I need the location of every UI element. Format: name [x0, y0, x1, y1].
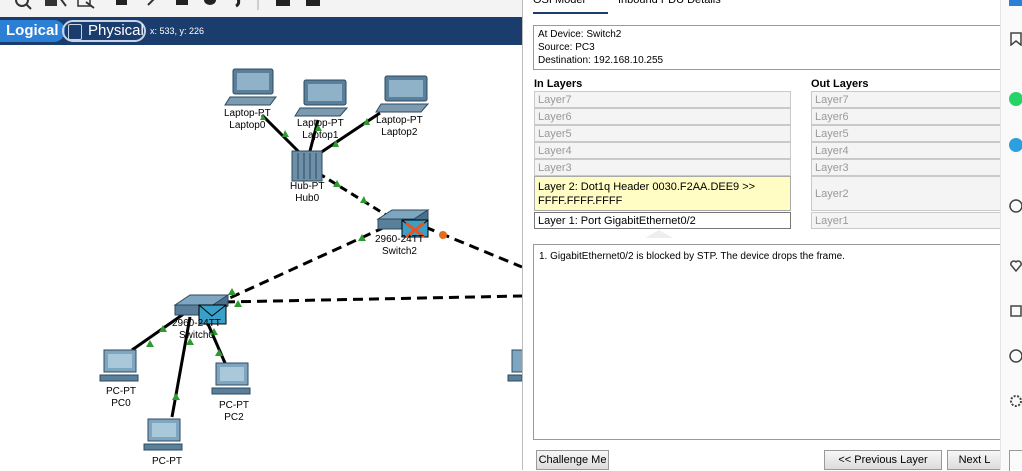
in-layer-1[interactable]: Layer 1: Port GigabitEthernet0/2: [534, 212, 791, 229]
out-layer-7[interactable]: Layer7: [811, 91, 1011, 108]
top-toolbar: [0, 0, 522, 17]
link-up-indicator: [282, 130, 289, 137]
sidebar-bottom-button[interactable]: [1009, 450, 1022, 471]
source-text: Source: PC3: [538, 42, 595, 53]
out-layer-6[interactable]: Layer6: [811, 108, 1011, 125]
link-switch2-switch0[interactable]: [209, 225, 386, 309]
laptop1-icon[interactable]: [294, 79, 349, 117]
pc1-label: PC-PT: [152, 456, 182, 467]
out-layer-2[interactable]: Layer2: [811, 176, 1011, 211]
laptop2-icon[interactable]: [375, 75, 430, 113]
browser-sidebar: [1000, 0, 1022, 471]
laptop0-icon[interactable]: [224, 68, 277, 106]
link-up-indicator: [360, 196, 367, 203]
add-complex-pdu-icon[interactable]: [306, 0, 320, 6]
previous-layer-button[interactable]: << Previous Layer: [824, 450, 942, 470]
resize-icon[interactable]: [77, 0, 95, 9]
logical-workspace[interactable]: Laptop-PT Laptop0 Laptop-PT Laptop1 Laptop…: [0, 45, 522, 470]
delete-icon[interactable]: [45, 0, 67, 7]
physical-tab[interactable]: Physical: [62, 20, 146, 42]
rectangle-icon[interactable]: [176, 0, 188, 5]
pc3-icon-partial[interactable]: [507, 349, 522, 382]
add-pdu-icon[interactable]: [276, 0, 290, 6]
switch0-label: 2960-24TT Switch0: [172, 318, 221, 341]
in-layers-heading: In Layers: [534, 78, 583, 90]
in-layer-3[interactable]: Layer3: [534, 159, 791, 176]
link-blocked-indicator: [439, 231, 447, 239]
telegram-icon[interactable]: [1009, 138, 1022, 152]
tab-inbound-pdu-details[interactable]: Inbound PDU Details: [618, 0, 758, 12]
blue-tab-icon[interactable]: [1009, 0, 1022, 6]
link-up-indicator: [228, 288, 236, 295]
link-up-indicators: [146, 114, 370, 400]
hub0-label: Hub-PT Hub0: [290, 181, 325, 204]
toolbar-icons: [15, 0, 320, 10]
in-layer-7[interactable]: Layer7: [534, 91, 791, 108]
collections-icon[interactable]: [1009, 304, 1022, 318]
in-layer-5[interactable]: Layer5: [534, 125, 791, 142]
logical-tab[interactable]: Logical: [0, 20, 65, 42]
pc1-icon[interactable]: [143, 418, 183, 451]
link-switch0-right[interactable]: [224, 294, 522, 304]
out-layer-5[interactable]: Layer5: [811, 125, 1011, 142]
link-up-indicator: [234, 300, 242, 307]
in-layer-2[interactable]: Layer 2: Dot1q Header 0030.F2AA.DEE9 >> …: [534, 176, 791, 211]
link-hub-switch2[interactable]: [317, 171, 387, 217]
settings-icon[interactable]: [1009, 394, 1022, 408]
pdu-tabs: OSI Model Inbound PDU Details: [523, 0, 1001, 14]
draw-line-icon[interactable]: [147, 0, 156, 6]
laptop0-label: Laptop-PT Laptop0: [224, 108, 271, 131]
in-layer-6[interactable]: Layer6: [534, 108, 791, 125]
in-layer-4[interactable]: Layer4: [534, 142, 791, 159]
heart-icon[interactable]: [1009, 259, 1022, 273]
destination-text: Destination: 192.168.10.255: [538, 55, 664, 66]
pc2-label: PC-PT PC2: [219, 400, 249, 423]
search-icon[interactable]: [15, 0, 32, 10]
freeform-icon[interactable]: [235, 0, 241, 8]
next-layer-button[interactable]: Next L: [947, 450, 1001, 470]
at-device-text: At Device: Switch2: [538, 29, 622, 40]
collapse-arrow-icon[interactable]: [645, 230, 673, 238]
switch2-label: 2960-24TT Switch2: [375, 234, 424, 257]
out-layer-4[interactable]: Layer4: [811, 142, 1011, 159]
whatsapp-icon[interactable]: [1009, 92, 1022, 106]
hub0-icon[interactable]: [291, 150, 323, 182]
ellipse-icon[interactable]: [204, 0, 216, 5]
workspace-mode-bar: Logical Physical x: 533, y: 226: [0, 17, 522, 45]
layer-description-box: 1. GigabitEthernet0/2 is blocked by STP.…: [533, 244, 1001, 440]
out-layers-heading: Out Layers: [811, 78, 869, 90]
play-icon[interactable]: [1009, 199, 1022, 213]
history-icon[interactable]: [1009, 349, 1022, 363]
pc2-icon[interactable]: [211, 362, 251, 395]
out-layer-3[interactable]: Layer3: [811, 159, 1011, 176]
description-text: 1. GigabitEthernet0/2 is blocked by STP.…: [539, 251, 845, 262]
coordinates-readout: x: 533, y: 226: [150, 26, 205, 36]
bookmark-icon[interactable]: [1009, 32, 1022, 46]
challenge-me-button[interactable]: Challenge Me: [536, 450, 609, 470]
link-up-indicator: [172, 393, 180, 400]
pc0-icon[interactable]: [99, 349, 139, 382]
building-icon: [68, 24, 82, 40]
pdu-information-panel: OSI Model Inbound PDU Details At Device:…: [522, 0, 1011, 470]
physical-tab-label: Physical: [88, 22, 144, 39]
tab-osi-model[interactable]: OSI Model: [533, 0, 608, 14]
laptop1-label: Laptop-PT Laptop1: [297, 118, 344, 141]
pdu-summary-box: At Device: Switch2 Source: PC3 Destinati…: [533, 25, 1001, 70]
note-icon[interactable]: [116, 0, 127, 5]
pc0-label: PC-PT PC0: [106, 386, 136, 409]
out-layer-1[interactable]: Layer1: [811, 212, 1011, 229]
laptop2-label: Laptop-PT Laptop2: [376, 115, 423, 138]
